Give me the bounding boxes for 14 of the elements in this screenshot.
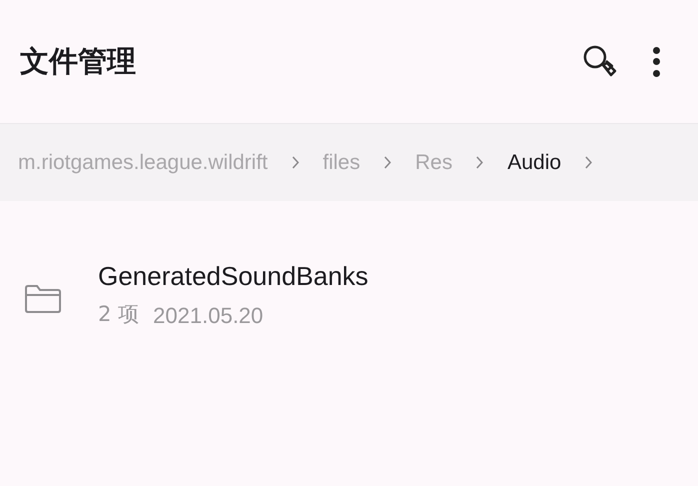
breadcrumb-item[interactable]: Audio <box>507 146 562 178</box>
chevron-icon <box>384 156 392 169</box>
breadcrumb-item[interactable]: m.riotgames.league.wildrift <box>18 146 268 178</box>
folder-icon <box>24 284 62 314</box>
chevron-icon <box>292 156 299 169</box>
folder-name: GeneratedSoundBanks <box>98 260 368 293</box>
page-title: 文件管理 <box>20 42 136 80</box>
modified-date: 2021.05.20 <box>153 302 264 330</box>
chevron-icon <box>585 156 592 169</box>
breadcrumb-item[interactable]: Res <box>415 146 452 178</box>
item-count: 2 项 <box>98 301 140 328</box>
chevron-icon <box>476 156 484 169</box>
folder-row[interactable]: GeneratedSoundBanks 2 项 2021.05.20 <box>0 259 698 332</box>
breadcrumb-item[interactable]: files <box>322 146 360 178</box>
